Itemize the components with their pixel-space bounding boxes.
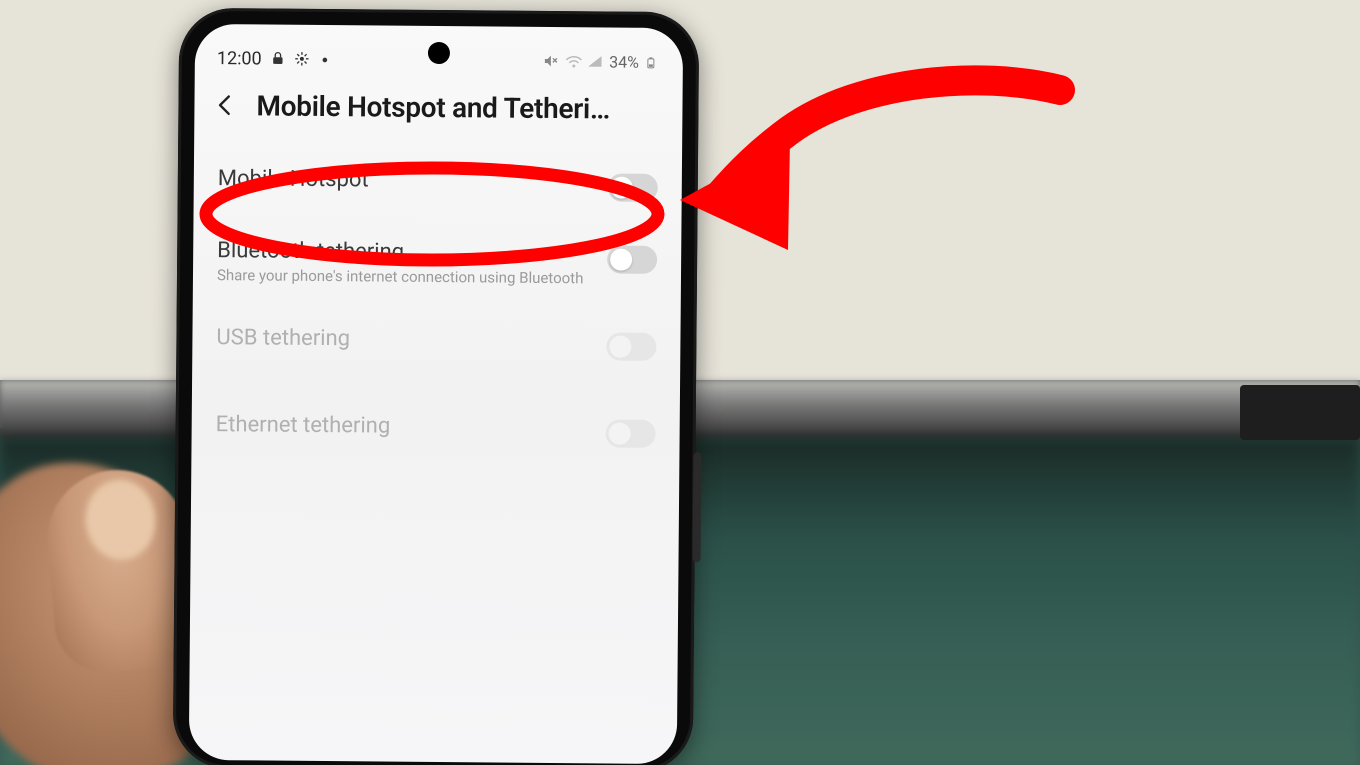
back-button[interactable] [208,88,242,122]
ethernet-tethering-toggle [606,420,656,448]
setting-description [216,354,588,376]
gear-icon [294,51,310,67]
setting-mobile-hotspot[interactable]: Mobile Hotspot [213,152,662,228]
setting-label: Bluetooth tethering [217,238,589,268]
setting-label: Ethernet tethering [216,412,588,442]
bluetooth-tethering-toggle[interactable] [607,245,657,273]
signal-icon [587,53,603,69]
dot-icon [318,51,334,67]
phone-frame: 12:00 [173,8,700,765]
lock-icon [270,51,286,67]
chevron-left-icon [212,92,238,118]
setting-description: Share your phone's internet connection u… [217,266,589,288]
phone-side-button [693,452,702,562]
setting-label: USB tethering [216,325,588,355]
page-title: Mobile Hotspot and Tetheri… [256,89,664,126]
battery-icon [645,54,661,70]
settings-list: Mobile Hotspot Bluetooth tethering Share… [191,136,682,490]
mobile-hotspot-toggle[interactable] [608,173,658,201]
status-time: 12:00 [217,48,262,69]
phone-screen: 12:00 [189,24,683,764]
setting-description [215,441,587,463]
setting-usb-tethering: USB tethering [212,311,661,402]
monitor-webcam [1240,385,1360,440]
camera-hole [428,42,450,64]
mute-icon [543,53,559,69]
background-scene: 12:00 [0,0,1360,765]
setting-ethernet-tethering: Ethernet tethering [211,398,660,489]
wifi-icon [565,53,581,69]
setting-label: Mobile Hotspot [218,166,590,196]
page-header: Mobile Hotspot and Tetheri… [194,82,682,140]
battery-percent: 34% [609,52,639,71]
usb-tethering-toggle [606,333,656,361]
setting-bluetooth-tethering[interactable]: Bluetooth tethering Share your phone's i… [213,224,662,315]
